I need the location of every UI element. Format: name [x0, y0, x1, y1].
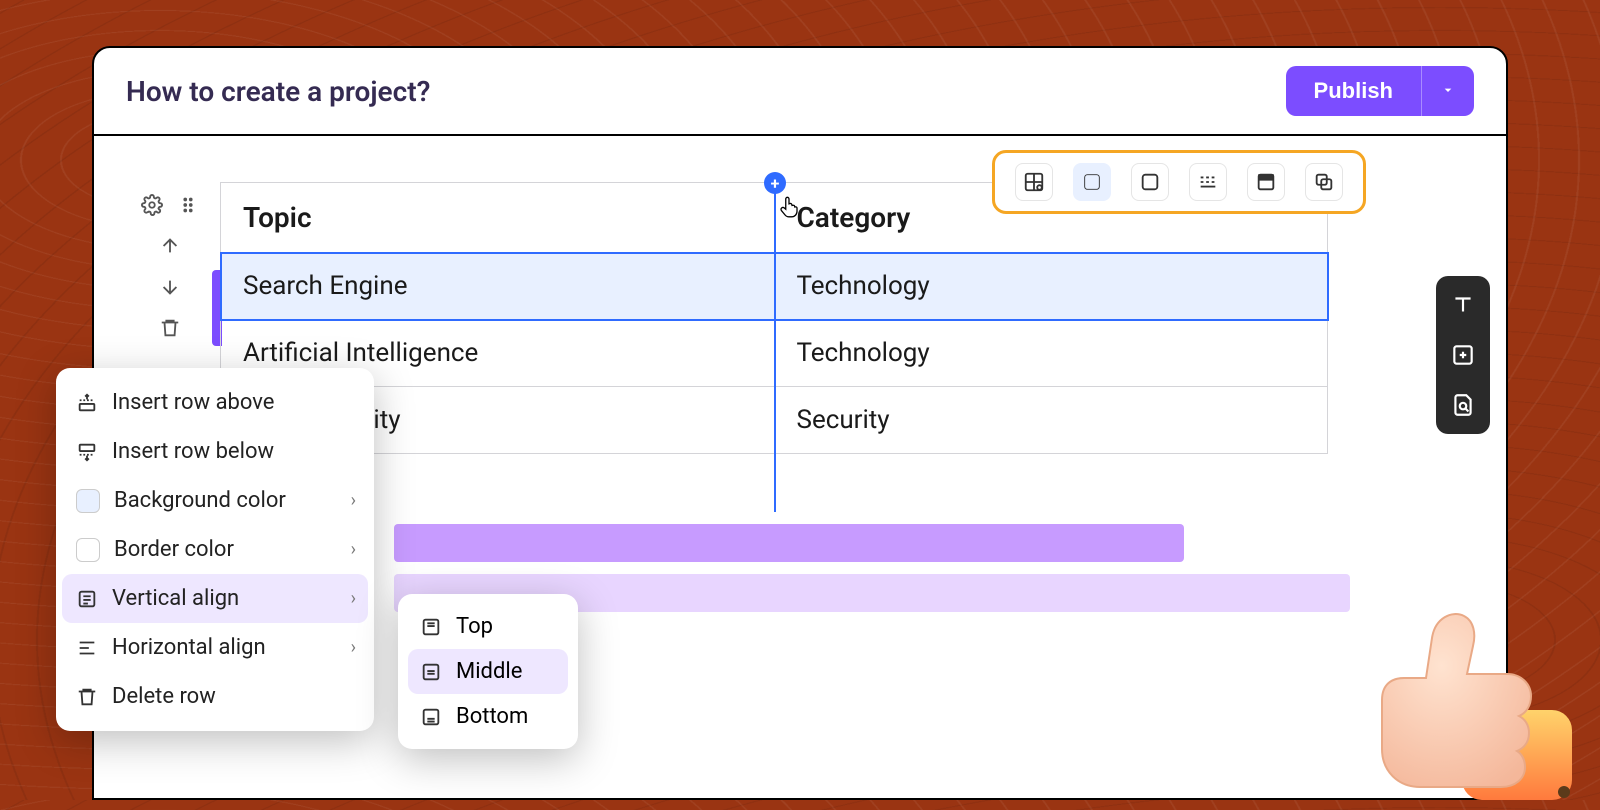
valign-submenu: Top Middle Bottom	[398, 594, 578, 749]
align-middle-icon	[420, 661, 442, 683]
header-row-icon	[1255, 171, 1277, 193]
publish-button-group: Publish	[1286, 66, 1474, 116]
publish-dropdown-button[interactable]	[1421, 66, 1474, 116]
submenu-item-label: Middle	[456, 659, 522, 684]
table-cell[interactable]: Search Engine	[221, 253, 775, 320]
background-color-item[interactable]: Background color ›	[62, 476, 368, 525]
chevron-right-icon: ›	[351, 490, 356, 511]
text-icon	[1450, 292, 1476, 318]
arrow-up-icon	[159, 235, 181, 257]
menu-item-label: Vertical align	[112, 586, 239, 611]
publish-button[interactable]: Publish	[1286, 66, 1421, 116]
menu-item-label: Horizontal align	[112, 635, 266, 660]
text-tool-button[interactable]	[1446, 288, 1480, 322]
align-top-icon	[420, 616, 442, 638]
table-cell[interactable]: Technology	[774, 320, 1328, 387]
table-cell[interactable]: Technology	[774, 253, 1328, 320]
header-row-tool[interactable]	[1247, 163, 1285, 201]
copy-tool[interactable]	[1305, 163, 1343, 201]
insert-row-below-item[interactable]: Insert row below	[62, 427, 368, 476]
border-style-tool[interactable]	[1189, 163, 1227, 201]
insert-row-above-icon	[76, 392, 98, 414]
horizontal-align-item[interactable]: Horizontal align ›	[62, 623, 368, 672]
column-resize-guide[interactable]	[774, 182, 776, 512]
caret-down-icon	[1440, 82, 1456, 98]
trash-icon	[76, 686, 98, 708]
square-outline-icon	[1139, 171, 1161, 193]
valign-icon	[76, 588, 98, 610]
menu-item-label: Background color	[114, 488, 286, 513]
table-format-toolbar	[992, 150, 1366, 214]
border-style-icon	[1197, 171, 1219, 193]
delete-row-gutter-button[interactable]	[155, 313, 185, 346]
align-bottom-icon	[420, 706, 442, 728]
table-settings-tool[interactable]	[1015, 163, 1053, 201]
fill-square-icon	[1081, 171, 1103, 193]
move-row-up-button[interactable]	[155, 231, 185, 264]
cell-bg-tool[interactable]	[1073, 163, 1111, 201]
insert-row-below-icon	[76, 441, 98, 463]
insert-column-badge[interactable]: +	[764, 172, 786, 194]
find-in-page-button[interactable]	[1446, 388, 1480, 422]
arrow-down-icon	[159, 276, 181, 298]
valign-middle-item[interactable]: Middle	[408, 649, 568, 694]
plus-square-icon	[1450, 342, 1476, 368]
chevron-right-icon: ›	[351, 588, 356, 609]
drag-handle-icon	[177, 194, 199, 216]
valign-top-item[interactable]: Top	[408, 604, 568, 649]
table-cog-icon	[1023, 171, 1045, 193]
row-gutter	[144, 190, 196, 346]
menu-item-label: Insert row below	[112, 439, 274, 464]
halign-icon	[76, 637, 98, 659]
vertical-align-item[interactable]: Vertical align ›	[62, 574, 368, 623]
content-placeholder-bar	[394, 524, 1184, 562]
trash-icon	[159, 317, 181, 339]
drag-handle-button[interactable]	[173, 190, 203, 223]
side-tool-rail	[1436, 276, 1490, 434]
insert-row-above-item[interactable]: Insert row above	[62, 378, 368, 427]
valign-bottom-item[interactable]: Bottom	[408, 694, 568, 739]
copy-icon	[1313, 171, 1335, 193]
column-header[interactable]: Topic	[221, 183, 775, 253]
color-swatch-icon	[76, 538, 100, 562]
border-color-tool[interactable]	[1131, 163, 1169, 201]
chevron-right-icon: ›	[351, 539, 356, 560]
gear-icon	[141, 194, 163, 216]
titlebar: How to create a project? Publish	[94, 48, 1506, 136]
border-color-item[interactable]: Border color ›	[62, 525, 368, 574]
chevron-right-icon: ›	[351, 637, 356, 658]
delete-row-item[interactable]: Delete row	[62, 672, 368, 721]
row-context-menu: Insert row above Insert row below Backgr…	[56, 368, 374, 731]
search-document-icon	[1450, 392, 1476, 418]
submenu-item-label: Bottom	[456, 704, 528, 729]
page-title: How to create a project?	[126, 75, 430, 108]
table-settings-button[interactable]	[137, 190, 167, 223]
move-row-down-button[interactable]	[155, 272, 185, 305]
color-swatch-icon	[76, 489, 100, 513]
menu-item-label: Delete row	[112, 684, 216, 709]
menu-item-label: Border color	[114, 537, 234, 562]
menu-item-label: Insert row above	[112, 390, 274, 415]
table-cell[interactable]: Security	[774, 387, 1328, 454]
insert-block-button[interactable]	[1446, 338, 1480, 372]
submenu-item-label: Top	[456, 614, 493, 639]
